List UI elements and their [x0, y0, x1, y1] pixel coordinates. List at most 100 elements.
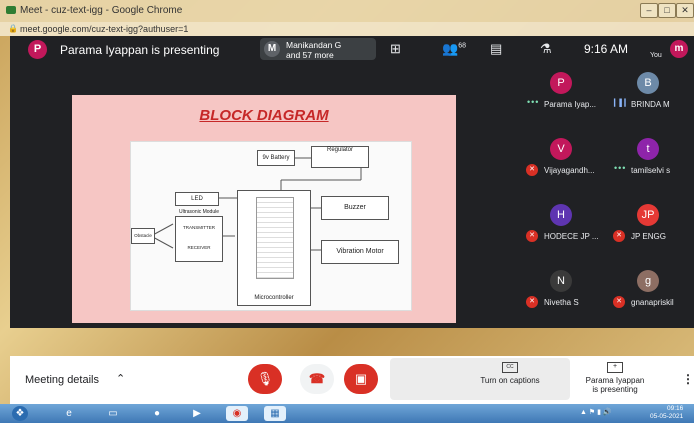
- browser-title-bar: Meet - cuz-text-igg - Google Chrome – □ …: [0, 0, 694, 22]
- audio-level-icon: ▎▌▎: [614, 100, 630, 107]
- taskbar-clock[interactable]: 09:16 05-05-2021: [650, 405, 683, 421]
- participant-tile[interactable]: B ▎▌▎ BRINDA M: [607, 62, 694, 128]
- participant-name: Parama Iyap...: [544, 100, 597, 109]
- participant-avatar: H: [550, 204, 572, 226]
- participant-avatar: JP: [637, 204, 659, 226]
- mic-muted-icon: ✕: [613, 296, 625, 308]
- meet-bottom-bar: Meeting details ⌃ 🎙 ☎ ▣ CC Turn on capti…: [10, 356, 694, 404]
- mic-muted-icon: ✕: [526, 296, 538, 308]
- others-name: Manikandan G: [286, 40, 342, 50]
- chat-icon[interactable]: ▤: [490, 41, 502, 57]
- buzzer-block: Buzzer: [321, 196, 389, 220]
- windows-taskbar: ❖ e ▭ ● ▶ ◉ ▦ ▲ ⚑ ▮ 🔊 09:16 05-05-2021: [0, 404, 694, 423]
- more-options-icon[interactable]: ⋮: [682, 372, 694, 386]
- obstacle-block: Obstacle: [131, 228, 155, 244]
- speaking-dots-icon: •••: [527, 97, 540, 107]
- ultrasonic-label: Ultrasonic Module: [178, 209, 220, 215]
- present-screen-icon: +: [607, 362, 623, 373]
- participants-panel: P ••• Parama Iyap... B ▎▌▎ BRINDA M V ✕ Vijayaga…: [520, 62, 694, 328]
- turn-on-captions-button[interactable]: CC Turn on captions: [470, 362, 550, 385]
- people-count: 68: [458, 42, 466, 50]
- maximize-button[interactable]: □: [658, 3, 676, 18]
- receiver-label: RECEIVER: [187, 245, 211, 250]
- internet-explorer-icon[interactable]: e: [58, 406, 80, 421]
- participant-tile[interactable]: JP ✕ JP ENGG: [607, 194, 694, 260]
- address-bar[interactable]: 🔒 meet.google.com/cuz-text-igg?authuser=…: [0, 22, 694, 36]
- presenting-name: Parama Iyappan: [585, 376, 645, 385]
- others-count: and 57 more: [286, 50, 334, 60]
- lock-icon: 🔒: [8, 24, 18, 33]
- window-title: Meet - cuz-text-igg - Google Chrome: [20, 5, 183, 16]
- system-tray-icons[interactable]: ▲ ⚑ ▮ 🔊: [580, 408, 612, 416]
- camera-off-icon: ▣: [354, 371, 368, 386]
- firefox-icon[interactable]: ●: [146, 406, 168, 421]
- presenting-status-button[interactable]: + Parama Iyappan is presenting: [578, 362, 652, 394]
- participant-avatar: t: [637, 138, 659, 160]
- participant-name: Vijayagandh...: [544, 166, 595, 175]
- mic-muted-icon: ✕: [526, 230, 538, 242]
- speaking-dots-icon: •••: [614, 163, 627, 173]
- taskbar-time: 09:16: [666, 405, 684, 412]
- regulator-label: Regulator: [326, 147, 353, 153]
- battery-block: 9v Battery: [257, 150, 295, 166]
- mic-muted-icon: ✕: [526, 164, 538, 176]
- presentation-stage: BLOCK DIAGRAM Regulator 9v Battery LED B…: [10, 62, 520, 385]
- mcu-pinout: [256, 197, 294, 279]
- presenting-label: is presenting: [592, 385, 638, 394]
- presenter-status-text: Parama Iyappan is presenting: [60, 43, 220, 57]
- participant-name: HODECE JP ...: [544, 232, 599, 241]
- meet-top-bar: P Parama Iyappan is presenting M Manikan…: [10, 36, 694, 62]
- led-block: LED: [175, 192, 219, 206]
- participant-name: tamilselvi s: [631, 166, 671, 175]
- participant-tile[interactable]: V ✕ Vijayagandh...: [520, 128, 607, 194]
- participant-tile[interactable]: N ✕ Nivetha S: [520, 260, 607, 326]
- you-label: You: [650, 52, 662, 59]
- camera-off-button[interactable]: ▣: [344, 364, 378, 394]
- chrome-icon[interactable]: ◉: [226, 406, 248, 421]
- leave-call-button[interactable]: ☎: [300, 364, 334, 394]
- self-avatar[interactable]: m: [670, 40, 688, 58]
- activities-icon[interactable]: ⚗: [540, 41, 552, 57]
- mic-off-button[interactable]: 🎙: [248, 364, 282, 394]
- people-icon[interactable]: 👥68: [442, 41, 466, 57]
- close-window-button[interactable]: ✕: [676, 3, 694, 18]
- layout-grid-icon[interactable]: ⊞: [390, 41, 401, 57]
- meeting-details-button[interactable]: Meeting details: [25, 374, 99, 386]
- transmitter-label: TRANSMITTER: [183, 225, 215, 230]
- participant-name: Nivetha S: [544, 298, 579, 307]
- participant-name: BRINDA M: [631, 100, 670, 109]
- url-text[interactable]: meet.google.com/cuz-text-igg?authuser=1: [20, 24, 188, 34]
- participant-avatar: V: [550, 138, 572, 160]
- meeting-clock: 9:16 AM: [584, 42, 629, 56]
- captions-label: Turn on captions: [480, 376, 540, 385]
- others-avatar: M: [264, 41, 280, 57]
- participant-avatar: g: [637, 270, 659, 292]
- participant-avatar: N: [550, 270, 572, 292]
- chevron-up-icon[interactable]: ⌃: [116, 372, 125, 385]
- participant-tile[interactable]: P ••• Parama Iyap...: [520, 62, 607, 128]
- presentation-app-icon[interactable]: ▦: [264, 406, 286, 421]
- captions-icon: CC: [502, 362, 518, 373]
- file-explorer-icon[interactable]: ▭: [102, 406, 124, 421]
- participants-summary-button[interactable]: M Manikandan G and 57 more: [260, 38, 376, 60]
- shared-slide: BLOCK DIAGRAM Regulator 9v Battery LED B…: [72, 95, 456, 385]
- slide-title: BLOCK DIAGRAM: [199, 107, 329, 124]
- presenter-avatar: P: [28, 40, 47, 59]
- meet-favicon-icon: [6, 6, 16, 14]
- mic-off-icon: 🎙: [256, 371, 274, 386]
- phone-hangup-icon: ☎: [308, 371, 326, 386]
- participant-avatar: P: [550, 72, 572, 94]
- participant-name: gnanapriskil: [631, 298, 674, 307]
- participant-tile[interactable]: t ••• tamilselvi s: [607, 128, 694, 194]
- minimize-button[interactable]: –: [640, 3, 658, 18]
- media-player-icon[interactable]: ▶: [186, 406, 208, 421]
- participant-name: JP ENGG: [631, 232, 666, 241]
- participant-tile[interactable]: H ✕ HODECE JP ...: [520, 194, 607, 260]
- participant-avatar: B: [637, 72, 659, 94]
- vibration-motor-block: Vibration Motor: [321, 240, 399, 264]
- regulator-block: Regulator: [311, 146, 369, 168]
- start-button-icon[interactable]: ❖: [12, 406, 28, 421]
- participant-tile[interactable]: g ✕ gnanapriskil: [607, 260, 694, 326]
- microcontroller-label: Microcontroller: [254, 295, 294, 301]
- taskbar-date: 05-05-2021: [650, 413, 684, 420]
